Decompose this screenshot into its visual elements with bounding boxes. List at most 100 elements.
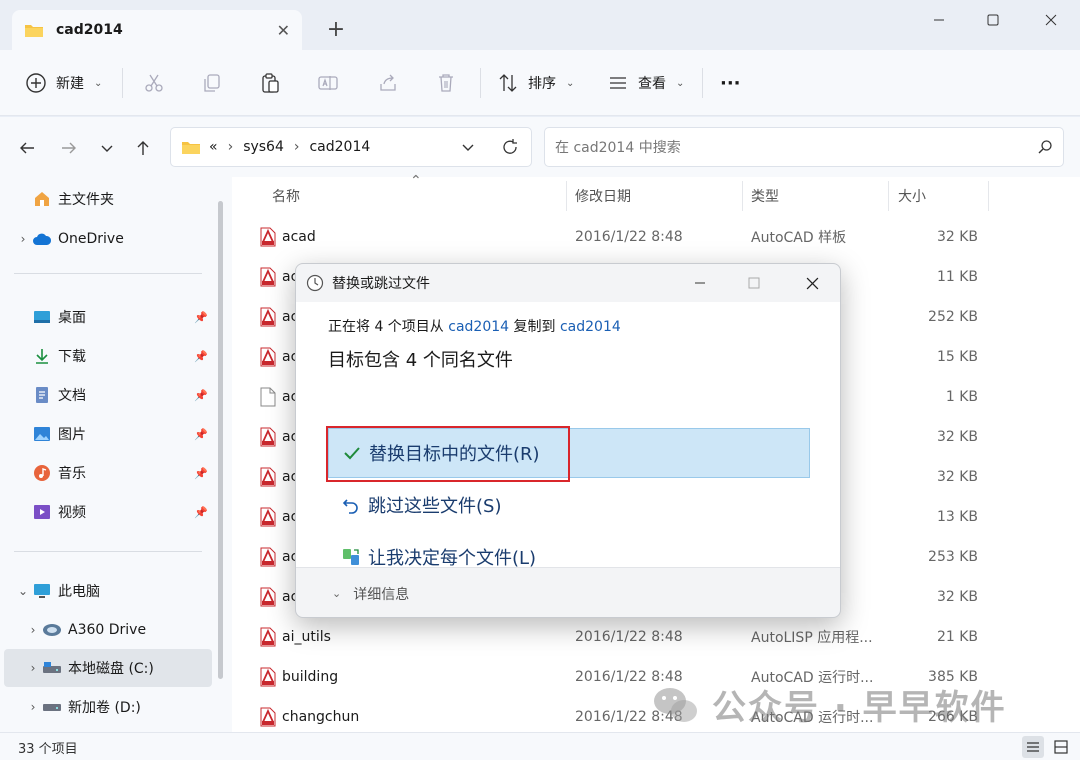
sidebar-divider bbox=[14, 273, 202, 274]
pin-icon[interactable]: 📌 bbox=[194, 428, 208, 441]
column-divider[interactable] bbox=[566, 181, 567, 211]
file-row[interactable]: acad 2016/1/22 8:48 AutoCAD 样板 32 KB bbox=[232, 217, 1080, 257]
sidebar-item-local-disk-c[interactable]: › 本地磁盘 (C:) bbox=[4, 649, 212, 687]
computer-icon bbox=[32, 581, 52, 601]
copy-button[interactable] bbox=[200, 66, 224, 100]
column-divider[interactable] bbox=[988, 181, 989, 211]
sidebar-item-desktop[interactable]: 桌面 📌 bbox=[4, 299, 212, 335]
chevron-right-icon[interactable]: › bbox=[24, 700, 42, 714]
paste-button[interactable] bbox=[258, 66, 282, 100]
sidebar-item-onedrive[interactable]: › OneDrive bbox=[4, 221, 212, 257]
sort-button[interactable]: 排序 ⌄ bbox=[496, 66, 574, 100]
folder-icon bbox=[182, 142, 200, 154]
sidebar-item-this-pc[interactable]: ⌄ 此电脑 bbox=[4, 573, 212, 609]
view-button[interactable]: 查看 ⌄ bbox=[606, 66, 684, 100]
sidebar-item-music[interactable]: 音乐 📌 bbox=[4, 455, 212, 491]
skip-files-option[interactable]: 跳过这些文件(S) bbox=[328, 480, 810, 530]
file-size: 32 KB bbox=[936, 469, 978, 485]
refresh-icon[interactable] bbox=[501, 138, 519, 160]
autocad-file-icon bbox=[260, 667, 276, 687]
sidebar-item-pictures[interactable]: 图片 📌 bbox=[4, 416, 212, 452]
more-options-button[interactable]: ··· bbox=[720, 66, 741, 100]
file-size: 13 KB bbox=[936, 509, 978, 525]
dialog-close-button[interactable] bbox=[792, 270, 832, 296]
share-button[interactable] bbox=[376, 66, 400, 100]
column-header-size[interactable]: 大小 bbox=[898, 177, 988, 215]
cut-button[interactable] bbox=[142, 66, 166, 100]
file-date: 2016/1/22 8:48 bbox=[575, 629, 683, 645]
breadcrumb-overflow[interactable]: « bbox=[209, 139, 218, 155]
pin-icon[interactable]: 📌 bbox=[194, 506, 208, 519]
close-window-button[interactable] bbox=[1028, 6, 1074, 34]
autocad-file-icon bbox=[260, 347, 276, 367]
more-details-toggle[interactable]: ⌄ 详细信息 bbox=[296, 567, 840, 619]
tab-cad2014[interactable]: cad2014 ✕ bbox=[12, 10, 302, 50]
sidebar-scrollbar[interactable] bbox=[218, 201, 223, 679]
skip-files-label: 跳过这些文件(S) bbox=[368, 496, 502, 517]
pin-icon[interactable]: 📌 bbox=[194, 311, 208, 324]
back-button[interactable] bbox=[14, 135, 40, 161]
source-folder-link[interactable]: cad2014 bbox=[448, 319, 509, 335]
address-dropdown-icon[interactable] bbox=[461, 140, 475, 158]
dialog-minimize-button[interactable] bbox=[680, 270, 720, 296]
column-divider[interactable] bbox=[742, 181, 743, 211]
sidebar-item-home[interactable]: 主文件夹 bbox=[4, 181, 212, 217]
up-button[interactable] bbox=[130, 135, 156, 161]
scissors-icon bbox=[142, 71, 166, 95]
chevron-down-icon[interactable]: ⌄ bbox=[14, 584, 32, 598]
file-row[interactable]: ai_utils 2016/1/22 8:48 AutoLISP 应用程... 21 … bbox=[232, 617, 1080, 657]
column-type-label: 类型 bbox=[751, 189, 779, 205]
search-input[interactable]: 在 cad2014 中搜索 bbox=[544, 127, 1064, 167]
recent-locations-button[interactable] bbox=[94, 135, 120, 161]
breadcrumb-sys64[interactable]: sys64 bbox=[243, 139, 284, 155]
dialog-maximize-button[interactable] bbox=[734, 270, 774, 296]
column-date-label: 修改日期 bbox=[575, 189, 631, 205]
column-divider[interactable] bbox=[888, 181, 889, 211]
address-bar[interactable]: « › sys64 › cad2014 bbox=[170, 127, 532, 167]
file-size: 32 KB bbox=[936, 589, 978, 605]
chevron-right-icon[interactable]: › bbox=[24, 623, 42, 637]
destination-folder-link[interactable]: cad2014 bbox=[560, 319, 621, 335]
watermark: 公众号 · 早早软件 bbox=[652, 680, 1007, 729]
minimize-icon bbox=[695, 282, 705, 284]
close-icon bbox=[1045, 14, 1057, 26]
pin-icon[interactable]: 📌 bbox=[194, 389, 208, 402]
delete-button[interactable] bbox=[434, 66, 458, 100]
details-view-button[interactable] bbox=[1022, 736, 1044, 758]
breadcrumb-cad2014[interactable]: cad2014 bbox=[309, 139, 370, 155]
view-label: 查看 bbox=[638, 76, 666, 92]
maximize-button[interactable] bbox=[970, 6, 1016, 34]
new-button[interactable]: 新建 ⌄ bbox=[24, 66, 102, 100]
chevron-right-icon[interactable]: › bbox=[14, 232, 32, 246]
pin-icon[interactable]: 📌 bbox=[194, 350, 208, 363]
file-size: 252 KB bbox=[928, 309, 978, 325]
tiles-view-button[interactable] bbox=[1050, 736, 1072, 758]
minimize-icon bbox=[934, 19, 944, 21]
sidebar-item-label: 主文件夹 bbox=[58, 192, 114, 208]
navigation-pane: 主文件夹 › OneDrive 桌面 📌 下载 📌 文档 📌 图片 📌 音乐 📌 bbox=[0, 177, 232, 732]
more-details-label: 详细信息 bbox=[353, 586, 410, 603]
forward-button[interactable] bbox=[56, 135, 82, 161]
column-header-name[interactable]: 名称 bbox=[272, 177, 562, 215]
sidebar-item-volume-d[interactable]: › 新加卷 (D:) bbox=[4, 689, 212, 725]
pin-icon[interactable]: 📌 bbox=[194, 467, 208, 480]
column-header-date[interactable]: 修改日期 bbox=[575, 177, 741, 215]
rename-button[interactable] bbox=[316, 66, 340, 100]
minimize-button[interactable] bbox=[916, 6, 962, 34]
file-list-scrollbar[interactable] bbox=[1068, 177, 1072, 732]
tab-close-icon[interactable]: ✕ bbox=[277, 21, 290, 40]
new-tab-button[interactable]: + bbox=[322, 16, 350, 44]
chevron-right-icon[interactable]: › bbox=[24, 661, 42, 675]
autocad-file-icon bbox=[260, 467, 276, 487]
column-header-type[interactable]: 类型 bbox=[751, 177, 887, 215]
tiles-view-icon bbox=[1054, 740, 1068, 754]
sidebar-item-documents[interactable]: 文档 📌 bbox=[4, 377, 212, 413]
sort-icon bbox=[496, 71, 520, 95]
sidebar-item-videos[interactable]: 视频 📌 bbox=[4, 494, 212, 530]
sidebar-item-label: 视频 bbox=[58, 505, 86, 521]
sidebar-item-downloads[interactable]: 下载 📌 bbox=[4, 338, 212, 374]
search-icon bbox=[1038, 140, 1052, 154]
sidebar-item-a360[interactable]: › A360 Drive bbox=[4, 612, 212, 648]
clock-icon bbox=[306, 274, 324, 292]
drive-icon bbox=[42, 658, 62, 678]
